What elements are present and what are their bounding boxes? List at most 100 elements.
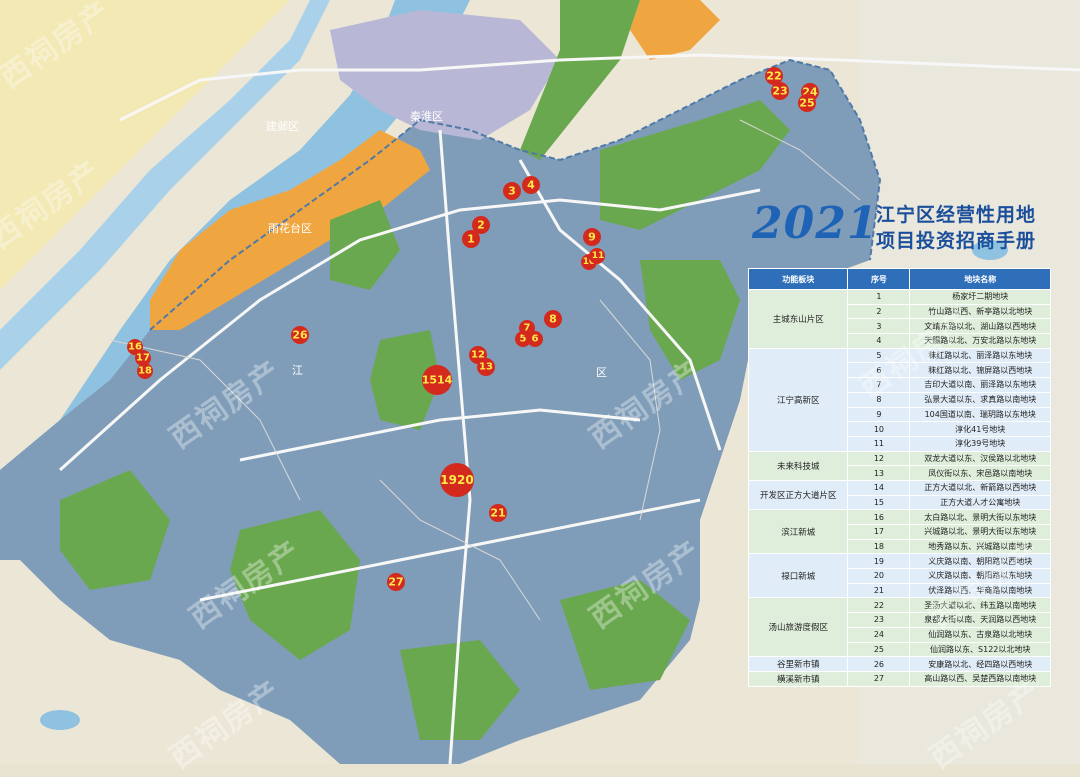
plot-name-cell: 安康路以北、经四路以西地块 — [909, 656, 1051, 672]
marker-22-label: 22 — [766, 70, 781, 83]
plot-name-cell: 双龙大道以东、汉侯路以北地块 — [909, 450, 1051, 467]
marker-25[interactable]: 25 — [798, 94, 816, 112]
header-cell-plot-name: 地块名称 — [909, 268, 1051, 290]
group-name-cell: 横溪新市镇 — [747, 670, 849, 687]
district-label-qu: 区 — [596, 366, 607, 379]
marker-8[interactable]: 8 — [544, 310, 562, 328]
marker-1920-label: 1920 — [440, 473, 473, 487]
marker-1920[interactable]: 1920 — [440, 463, 474, 497]
plot-name-cell: 弘景大道以东、求真路以南地块 — [909, 391, 1051, 408]
plot-name-cell: 伏泽路以西、华商路以南地块 — [909, 582, 1051, 599]
plot-number-cell: 18 — [847, 538, 911, 555]
marker-1-label: 1 — [467, 233, 475, 246]
plot-name-cell: 兴城路以北、景明大街以东地块 — [909, 524, 1051, 540]
plot-name-cell: 淳化39号地块 — [909, 435, 1051, 452]
marker-2-label: 2 — [477, 219, 485, 232]
table-body: 主城东山片区 1 杨家圩二期地块 2 竹山路以西、新亭路以北地块 3 文靖东路以北、湖山路以… — [747, 289, 1051, 687]
plot-number-cell: 11 — [847, 435, 911, 452]
plot-number-cell: 21 — [847, 582, 911, 599]
plot-number-cell: 12 — [847, 450, 911, 467]
district-label-qinhuai: 秦淮区 — [410, 109, 443, 123]
marker-23[interactable]: 23 — [771, 82, 789, 100]
lake-southwest — [40, 710, 80, 730]
title-year: 2021 — [752, 198, 879, 249]
marker-18-label: 18 — [138, 366, 152, 377]
plot-name-cell: 吉印大道以南、丽泽路以东地块 — [909, 377, 1051, 393]
marker-7[interactable]: 7 — [519, 320, 535, 336]
plot-name-cell: 正方大道人才公寓地块 — [909, 494, 1051, 511]
table-row: 汤山旅游度假区 22 圣汤大道以北、纬五路以南地块 — [747, 597, 1051, 658]
marker-2[interactable]: 2 — [472, 216, 490, 234]
plot-name-cell: 圣汤大道以北、纬五路以南地块 — [909, 597, 1051, 614]
table-row: 横溪新市镇 27 高山路以西、吴楚西路以南地块 — [747, 670, 1051, 687]
plot-name-cell: 仙润路以东、S122以北地块 — [909, 641, 1051, 658]
marker-3-label: 3 — [508, 185, 516, 198]
group-name-cell: 滨江新城 — [747, 509, 849, 555]
plot-table-grid: 功能板块 序号 地块名称 主城东山片区 1 杨家圩二期地块 2 竹山路以西、新亭路以北地… — [747, 268, 1051, 687]
plot-number-cell: 24 — [847, 626, 911, 643]
title-block: 2021 江宁区经营性用地 项目投资招商手册 — [752, 196, 1080, 256]
plot-name-cell: 淳化41号地块 — [909, 421, 1051, 437]
marker-4-label: 4 — [527, 179, 535, 192]
plot-number-cell: 19 — [847, 553, 911, 570]
marker-3[interactable]: 3 — [503, 182, 521, 200]
table-row: 未来科技城 12 双龙大道以东、汉侯路以北地块 — [747, 450, 1051, 481]
plot-number-cell: 25 — [847, 641, 911, 658]
plot-number-cell: 6 — [847, 362, 911, 379]
plot-number-cell: 22 — [847, 597, 911, 614]
plot-name-cell: 义庆路以南、朝阳路以东地块 — [909, 568, 1051, 584]
marker-11[interactable]: 11 — [589, 248, 605, 264]
plot-name-cell: 高山路以西、吴楚西路以南地块 — [909, 670, 1051, 687]
group-name-cell: 主城东山片区 — [747, 289, 849, 349]
plot-name-cell: 义庆路以南、朝阳路以西地块 — [909, 553, 1051, 570]
marker-21[interactable]: 21 — [489, 504, 507, 522]
plot-number-cell: 27 — [847, 670, 911, 687]
table-header-row: 功能板块 序号 地块名称 — [747, 268, 1051, 290]
plot-number-cell: 7 — [847, 377, 911, 393]
plot-number-cell: 10 — [847, 421, 911, 437]
plot-name-cell: 太白路以北、景明大街以东地块 — [909, 509, 1051, 525]
group-name-cell: 汤山旅游度假区 — [747, 597, 849, 658]
plot-name-cell: 泉都大街以南、天润路以西地块 — [909, 612, 1051, 628]
marker-26[interactable]: 26 — [291, 326, 309, 344]
table-row: 主城东山片区 1 杨家圩二期地块 — [747, 289, 1051, 349]
group-name-cell: 江宁高新区 — [747, 347, 849, 452]
district-label-jiang: 江 — [292, 364, 303, 377]
plot-number-cell: 13 — [847, 465, 911, 481]
plot-name-cell: 文靖东路以北、湖山路以西地块 — [909, 318, 1051, 335]
group-name-cell: 禄口新城 — [747, 553, 849, 599]
marker-4[interactable]: 4 — [522, 176, 540, 194]
marker-7-label: 7 — [524, 323, 531, 334]
marker-11-label: 11 — [592, 251, 605, 261]
plot-table: 功能板块 序号 地块名称 主城东山片区 1 杨家圩二期地块 2 竹山路以西、新亭路以北地… — [747, 268, 1051, 687]
title-line-2: 项目投资招商手册 — [876, 230, 1037, 252]
plot-name-cell: 秣红路以北、丽泽路以东地块 — [909, 347, 1051, 364]
marker-21-label: 21 — [490, 507, 505, 520]
group-name-cell: 谷里新市镇 — [747, 656, 849, 672]
marker-18[interactable]: 18 — [137, 363, 153, 379]
marker-6-label: 6 — [532, 334, 539, 345]
plot-number-cell: 20 — [847, 568, 911, 584]
marker-13[interactable]: 13 — [477, 358, 495, 376]
marker-13-label: 13 — [479, 362, 493, 373]
district-label-jianye: 建邺区 — [266, 119, 299, 133]
plot-number-cell: 4 — [847, 333, 911, 349]
table-row: 开发区正方大道片区 14 正方大道以北、新箭路以西地块 — [747, 479, 1051, 511]
table-row: 谷里新市镇 26 安康路以北、经四路以西地块 — [747, 656, 1051, 672]
plot-name-cell: 正方大道以北、新箭路以西地块 — [909, 479, 1051, 496]
marker-9[interactable]: 9 — [583, 228, 601, 246]
plot-number-cell: 9 — [847, 406, 911, 423]
table-row: 禄口新城 19 义庆路以南、朝阳路以西地块 — [747, 553, 1051, 599]
plot-number-cell: 16 — [847, 509, 911, 525]
table-row: 江宁高新区 5 秣红路以北、丽泽路以东地块 — [747, 347, 1051, 452]
marker-23-label: 23 — [772, 85, 787, 98]
header-cell-area: 功能板块 — [747, 268, 849, 290]
group-name-cell: 未来科技城 — [747, 450, 849, 481]
plot-number-cell: 26 — [847, 656, 911, 672]
plot-name-cell: 竹山路以西、新亭路以北地块 — [909, 303, 1051, 320]
plot-number-cell: 15 — [847, 494, 911, 511]
marker-27[interactable]: 27 — [387, 573, 405, 591]
group-name-cell: 开发区正方大道片区 — [747, 479, 849, 511]
plot-number-cell: 2 — [847, 303, 911, 320]
plot-name-cell: 秣红路以北、锦屏路以西地块 — [909, 362, 1051, 379]
